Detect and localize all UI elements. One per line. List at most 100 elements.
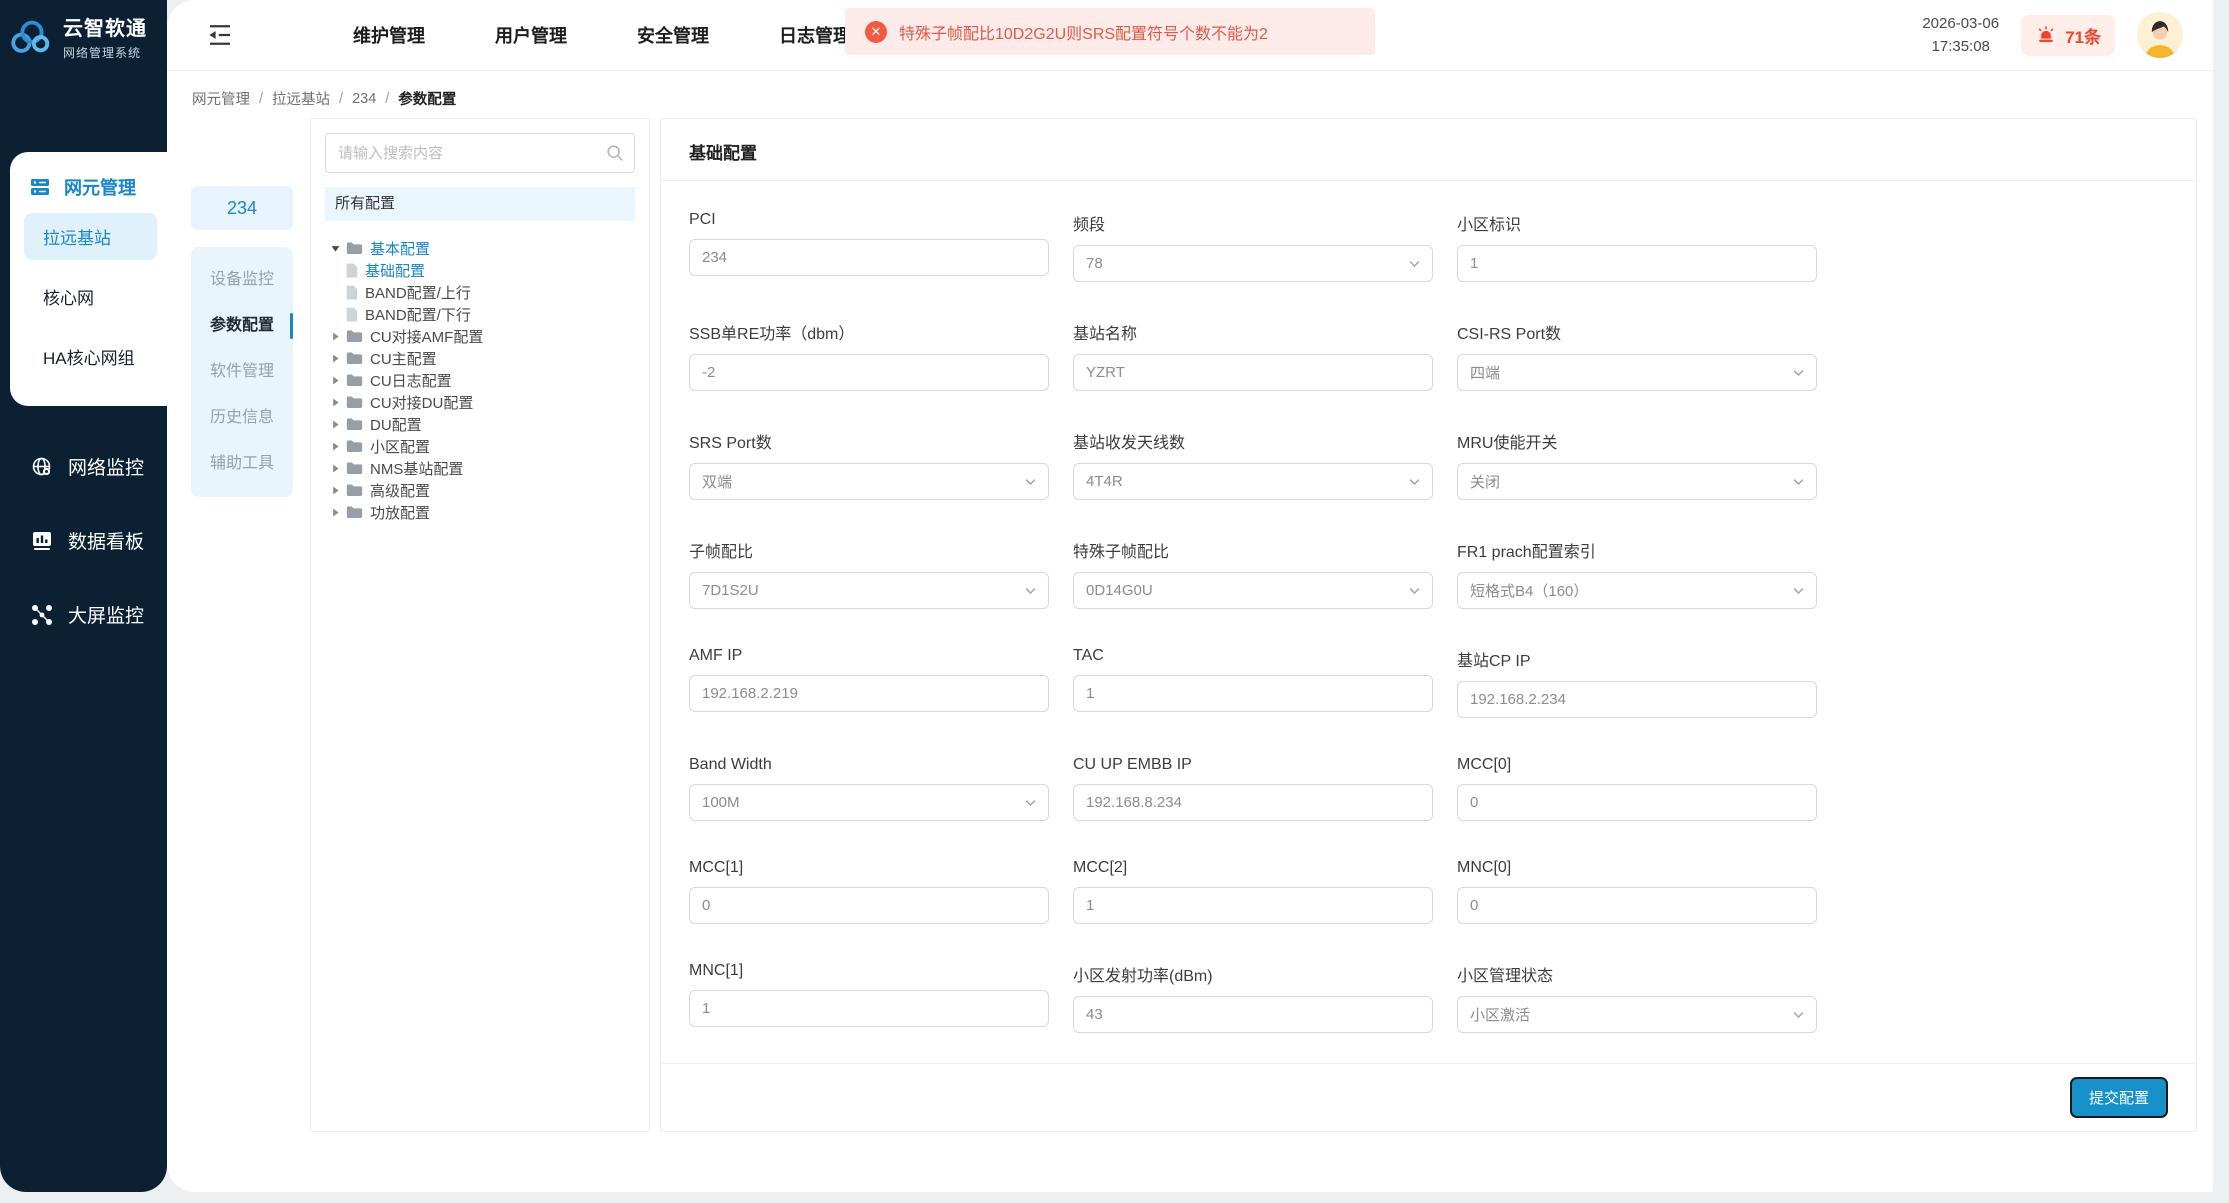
field-input[interactable] bbox=[1073, 996, 1433, 1033]
field-select[interactable]: 短格式B4（160） bbox=[1457, 572, 1817, 609]
field-input[interactable] bbox=[689, 887, 1049, 924]
field-select[interactable]: 0D14G0U bbox=[1073, 572, 1433, 609]
station-menu-item[interactable]: 参数配置 bbox=[191, 303, 293, 349]
form-field: Band Width100M bbox=[689, 756, 1049, 821]
tree-node-label: NMS基站配置 bbox=[370, 458, 463, 479]
tree-collapse-icon[interactable] bbox=[329, 419, 342, 430]
alarm-badge[interactable]: 71条 bbox=[2021, 15, 2115, 56]
select-value: 小区激活 bbox=[1470, 1004, 1530, 1025]
field-input[interactable] bbox=[1457, 681, 1817, 718]
tree-node[interactable]: BAND配置/上行 bbox=[325, 281, 635, 303]
folder-icon bbox=[346, 241, 363, 255]
tree-node[interactable]: 小区配置 bbox=[325, 435, 635, 457]
tree-collapse-icon[interactable] bbox=[329, 375, 342, 386]
top-menu-item[interactable]: 用户管理 bbox=[495, 22, 567, 48]
field-input[interactable] bbox=[1457, 245, 1817, 282]
tree-collapse-icon[interactable] bbox=[329, 441, 342, 452]
station-menu-item[interactable]: 辅助工具 bbox=[191, 441, 293, 487]
field-input[interactable] bbox=[689, 990, 1049, 1027]
select-value: 关闭 bbox=[1470, 471, 1500, 492]
field-input[interactable] bbox=[1073, 354, 1433, 391]
field-select[interactable]: 7D1S2U bbox=[689, 572, 1049, 609]
field-select[interactable]: 双端 bbox=[689, 463, 1049, 500]
field-label: SSB单RE功率（dbm） bbox=[689, 320, 1049, 344]
tree-node[interactable]: DU配置 bbox=[325, 413, 635, 435]
tree-root-label[interactable]: 所有配置 bbox=[325, 187, 635, 221]
station-menu-item[interactable]: 软件管理 bbox=[191, 349, 293, 395]
form-footer: 提交配置 bbox=[661, 1063, 2196, 1131]
tree-collapse-icon[interactable] bbox=[329, 331, 342, 342]
tree-node-label: CU对接AMF配置 bbox=[370, 326, 483, 347]
tree-node[interactable]: 高级配置 bbox=[325, 479, 635, 501]
sidebar-item-label: 大屏监控 bbox=[68, 601, 144, 628]
sidebar-item[interactable]: 网络监控 bbox=[30, 453, 167, 480]
submit-config-button[interactable]: 提交配置 bbox=[2070, 1077, 2168, 1118]
tree-node[interactable]: 基础配置 bbox=[325, 259, 635, 281]
station-menu-item[interactable]: 设备监控 bbox=[191, 257, 293, 303]
field-select[interactable]: 四端 bbox=[1457, 354, 1817, 391]
tree-node[interactable]: CU对接AMF配置 bbox=[325, 325, 635, 347]
chevron-down-icon bbox=[1023, 474, 1038, 489]
field-select[interactable]: 关闭 bbox=[1457, 463, 1817, 500]
field-input[interactable] bbox=[1073, 887, 1433, 924]
top-menu-item[interactable]: 日志管理 bbox=[779, 22, 851, 48]
sidebar-item[interactable]: 拉远基站 bbox=[24, 213, 157, 260]
top-right-cluster: 2026-03-06 17:35:08 71条 bbox=[1922, 0, 2183, 70]
search-icon[interactable] bbox=[605, 143, 625, 163]
field-input[interactable] bbox=[1457, 784, 1817, 821]
form-field: 小区管理状态小区激活 bbox=[1457, 962, 1817, 1033]
collapse-sidebar-icon[interactable] bbox=[205, 22, 235, 48]
tree-node[interactable]: 基本配置 bbox=[325, 237, 635, 259]
tree-collapse-icon[interactable] bbox=[329, 397, 342, 408]
error-toast: ✕ 特殊子帧配比10D2G2U则SRS配置符号个数不能为2 bbox=[845, 8, 1375, 55]
tree-collapse-icon[interactable] bbox=[329, 485, 342, 496]
tree-collapse-icon[interactable] bbox=[329, 463, 342, 474]
tree-node[interactable]: CU日志配置 bbox=[325, 369, 635, 391]
sidebar-item[interactable]: HA核心网组 bbox=[24, 333, 157, 380]
tree-node-label: 小区配置 bbox=[370, 436, 430, 457]
config-form-panel: 基础配置 PCI频段78小区标识SSB单RE功率（dbm）基站名称CSI-RS … bbox=[660, 118, 2197, 1132]
tree-node[interactable]: 功放配置 bbox=[325, 501, 635, 523]
field-select[interactable]: 78 bbox=[1073, 245, 1433, 282]
field-select[interactable]: 小区激活 bbox=[1457, 996, 1817, 1033]
sidebar-item[interactable]: 数据看板 bbox=[30, 527, 167, 554]
field-label: 频段 bbox=[1073, 211, 1433, 235]
content-area: 网元管理/拉远基站/234/参数配置 234 设备监控参数配置软件管理历史信息辅… bbox=[167, 70, 2213, 1192]
tree-node-label: CU对接DU配置 bbox=[370, 392, 473, 413]
sidebar-item[interactable]: 大屏监控 bbox=[30, 601, 167, 628]
field-input[interactable] bbox=[1073, 784, 1433, 821]
search-input[interactable] bbox=[325, 133, 635, 173]
field-label: 基站名称 bbox=[1073, 320, 1433, 344]
field-input[interactable] bbox=[1073, 675, 1433, 712]
station-tab[interactable]: 234 bbox=[191, 186, 293, 230]
field-select[interactable]: 4T4R bbox=[1073, 463, 1433, 500]
tree-collapse-icon[interactable] bbox=[329, 353, 342, 364]
tree-node[interactable]: NMS基站配置 bbox=[325, 457, 635, 479]
tree-node[interactable]: CU对接DU配置 bbox=[325, 391, 635, 413]
field-input[interactable] bbox=[689, 354, 1049, 391]
field-select[interactable]: 100M bbox=[689, 784, 1049, 821]
form-field: 子帧配比7D1S2U bbox=[689, 538, 1049, 609]
field-input[interactable] bbox=[1457, 887, 1817, 924]
folder-icon bbox=[346, 505, 363, 519]
form-field: MNC[1] bbox=[689, 962, 1049, 1033]
tree-expand-icon[interactable] bbox=[329, 243, 342, 254]
app-subtitle: 网络管理系统 bbox=[63, 44, 147, 61]
field-input[interactable] bbox=[689, 675, 1049, 712]
breadcrumb-item[interactable]: 234 bbox=[352, 91, 376, 107]
top-menu-item[interactable]: 维护管理 bbox=[353, 22, 425, 48]
select-value: 4T4R bbox=[1086, 473, 1123, 490]
tree-node[interactable]: BAND配置/下行 bbox=[325, 303, 635, 325]
tree-collapse-icon[interactable] bbox=[329, 507, 342, 518]
tree-node[interactable]: CU主配置 bbox=[325, 347, 635, 369]
field-input[interactable] bbox=[689, 239, 1049, 276]
sidebar-item[interactable]: 核心网 bbox=[24, 273, 157, 320]
breadcrumb-item[interactable]: 网元管理 bbox=[192, 88, 250, 109]
app-title: 云智软通 bbox=[63, 12, 147, 41]
top-menu-item[interactable]: 安全管理 bbox=[637, 22, 709, 48]
breadcrumb-item[interactable]: 拉远基站 bbox=[272, 88, 330, 109]
station-menu-item[interactable]: 历史信息 bbox=[191, 395, 293, 441]
user-avatar[interactable] bbox=[2137, 12, 2183, 58]
sidebar-section[interactable]: 网元管理 bbox=[10, 174, 167, 200]
form-field: 小区发射功率(dBm) bbox=[1073, 962, 1433, 1033]
